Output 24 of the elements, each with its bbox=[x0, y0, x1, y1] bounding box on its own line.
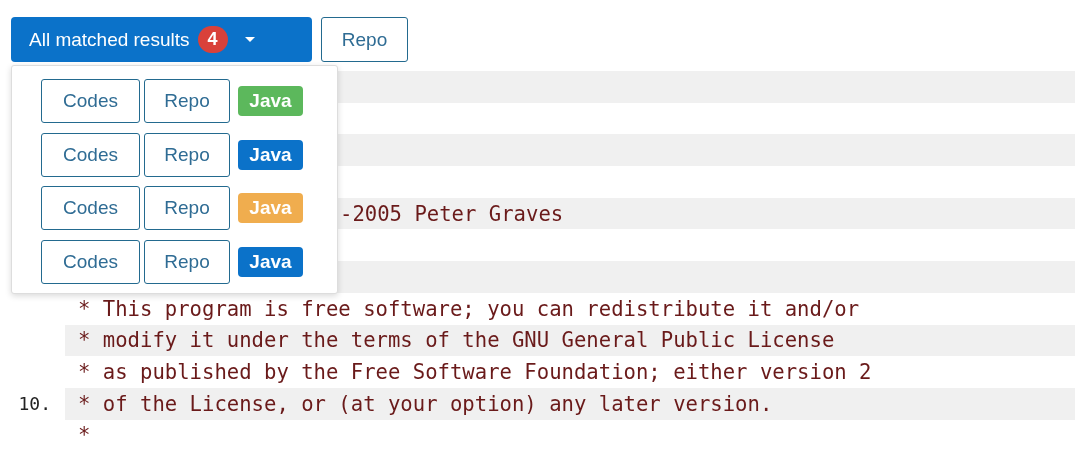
results-label: All matched results bbox=[29, 28, 190, 51]
code-line: * as published by the Free Software Foundation; either version 2 bbox=[78, 360, 872, 385]
code-line: * of the License, or (at your option) any later version. bbox=[78, 391, 773, 416]
language-badge: Java bbox=[238, 139, 303, 170]
repo-button[interactable]: Repo bbox=[144, 186, 230, 230]
language-badge: Java bbox=[238, 86, 303, 116]
language-badge: Java bbox=[238, 193, 303, 223]
code-line: * This program is free software; you can redistribute it and/or bbox=[78, 296, 860, 321]
repo-button[interactable]: Repo bbox=[144, 132, 230, 177]
repo-button[interactable]: Repo bbox=[321, 17, 408, 62]
codes-button[interactable]: Codes bbox=[41, 132, 140, 177]
code-line: -2005 Peter Graves bbox=[340, 201, 564, 226]
codes-button[interactable]: Codes bbox=[41, 239, 140, 284]
codes-button[interactable]: Codes bbox=[41, 79, 140, 123]
count-badge: 4 bbox=[197, 26, 228, 53]
codes-button[interactable]: Codes bbox=[41, 186, 140, 230]
repo-button[interactable]: Repo bbox=[144, 79, 230, 123]
code-line: * modify it under the terms of the GNU General Public License bbox=[78, 328, 835, 353]
all-results-button[interactable]: All matched results 4 bbox=[11, 17, 312, 62]
caret-icon bbox=[243, 36, 256, 43]
repo-button[interactable]: Repo bbox=[144, 239, 230, 284]
code-line: * bbox=[78, 423, 91, 448]
language-badge: Java bbox=[238, 246, 303, 277]
line-number: 10. bbox=[18, 393, 51, 415]
